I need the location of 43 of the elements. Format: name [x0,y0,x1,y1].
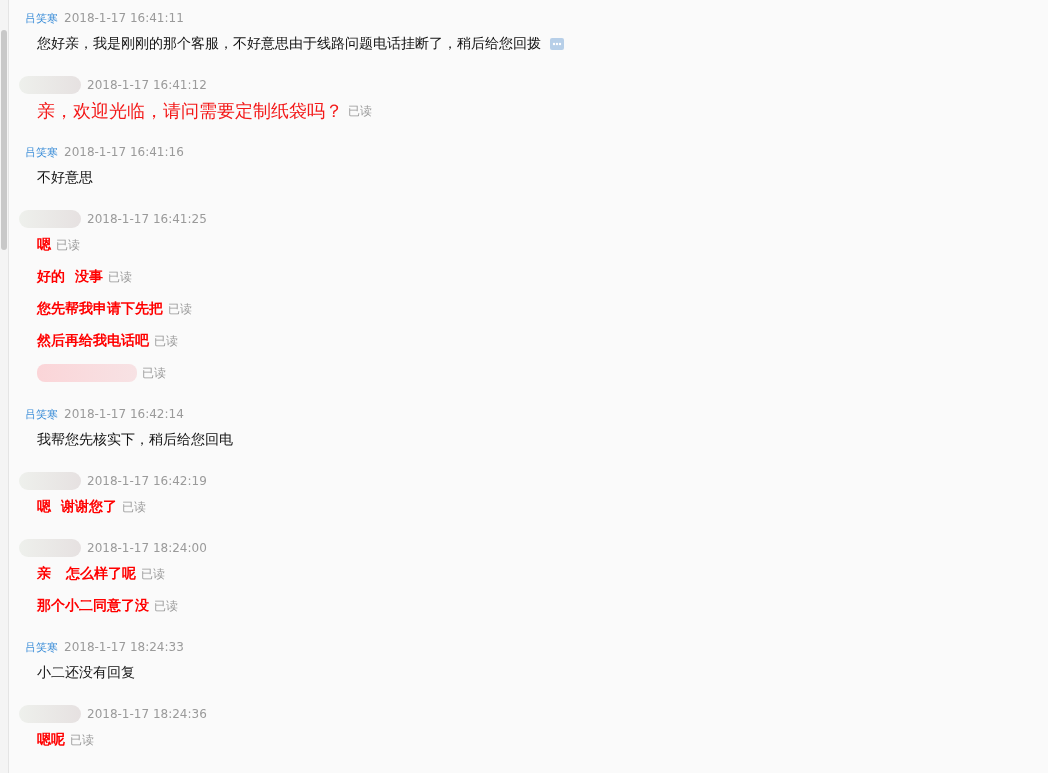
read-status: 已读 [107,268,132,286]
message-text: 亲，欢迎光临，请问需要定制纸袋吗？ [37,99,343,123]
message-text: 您好亲，我是刚刚的那个客服，不好意思由于线路问题电话挂断了，稍后给您回拨 [37,35,541,53]
read-status: 已读 [154,332,178,350]
message-text: 嗯 谢谢您了 [37,498,117,516]
read-status: 已读 [154,597,178,615]
read-status: 已读 [140,565,165,583]
read-status: 已读 [56,236,80,254]
read-status: 已读 [121,498,146,516]
sender-name: 吕笑寒 [25,144,58,160]
blurred-name [19,472,81,490]
blurred-name [19,539,81,557]
blurred-name [19,210,81,228]
message-text: 好的 没事 [37,268,103,286]
sender-name: 吕笑寒 [25,10,58,26]
message-time: 2018-1-17 18:24:00 [87,541,207,555]
read-status: 已读 [142,364,166,382]
read-status: 已读 [348,102,372,120]
read-status: 已读 [168,300,192,318]
message-text: 那个小二同意了没 [37,597,149,615]
blurred-name [19,705,81,723]
message-time: 2018-1-17 16:41:11 [64,11,184,25]
message-text: 小二还没有回复 [37,664,135,682]
message-text: 嗯呢 [37,731,65,749]
message-text: 您先帮我申请下先把 [37,300,163,318]
sender-name: 吕笑寒 [25,406,58,422]
blurred-name [19,76,81,94]
scrollbar-thumb[interactable] [1,30,7,250]
message-time: 2018-1-17 16:41:16 [64,145,184,159]
message-time: 2018-1-17 18:24:33 [64,640,184,654]
message-time: 2018-1-17 16:41:12 [87,78,207,92]
message-time: 2018-1-17 18:24:36 [87,707,207,721]
message-time: 2018-1-17 16:42:14 [64,407,184,421]
message-text: 不好意思 [37,169,93,187]
message-text: 然后再给我电话吧 [37,332,149,350]
read-status: 已读 [70,731,94,749]
message-time: 2018-1-17 16:42:19 [87,474,207,488]
message-text: 亲 怎么样了呢 [37,565,136,583]
message-time: 2018-1-17 16:41:25 [87,212,207,226]
message-text: 我帮您先核实下，稍后给您回电 [37,431,233,449]
message-text: 嗯 [37,236,51,254]
more-icon[interactable] [550,38,564,50]
sender-name: 吕笑寒 [25,639,58,655]
